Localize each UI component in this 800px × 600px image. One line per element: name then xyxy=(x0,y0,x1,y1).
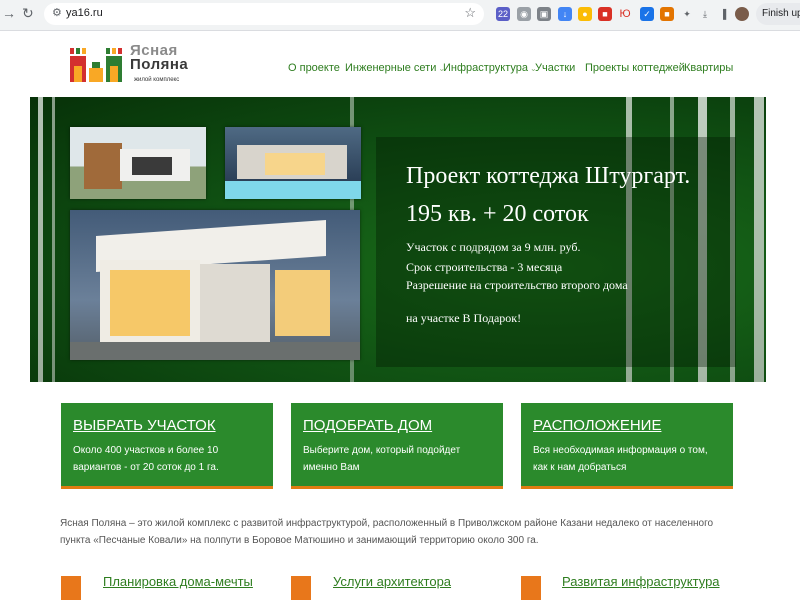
card-choose-house[interactable]: Подобрать дом Выберите дом, который подо… xyxy=(291,403,503,489)
check-extension-icon[interactable]: ✓ xyxy=(640,7,654,21)
feature-link-house-planning[interactable]: Планировка дома-мечты xyxy=(103,574,253,589)
menu-item-plots[interactable]: Участки xyxy=(535,62,575,74)
logo-title: Ясная Поляна xyxy=(130,43,189,73)
cottage-photo-main xyxy=(70,210,360,360)
site-logo[interactable]: Ясная Поляна жилой комплекс xyxy=(68,43,193,86)
bookmark-star-icon[interactable]: ☆ xyxy=(464,5,476,21)
logo-subtitle: жилой комплекс xyxy=(134,77,180,83)
hero-line-price: Участок с подрядом за 9 млн. руб. xyxy=(406,240,581,254)
hero-line-permit: Разрешение на строительство второго дома xyxy=(406,278,628,292)
hero-line-term: Срок строительства - 3 месяца xyxy=(406,260,563,274)
card-text: Выберите дом, который подойдет именно Ва… xyxy=(303,445,461,473)
red-extension-icon[interactable]: ■ xyxy=(598,7,612,21)
feature-link-architect[interactable]: Услуги архитектора xyxy=(333,574,451,589)
download-icon[interactable]: ⤓ xyxy=(698,7,712,21)
camera-extension-icon[interactable]: ◉ xyxy=(517,7,531,21)
card-text: Вся необходимая информация о том, как к … xyxy=(533,445,708,473)
menu-item-label: Инженерные сети xyxy=(345,62,437,74)
hero-line-promo: на участке В Подарок! xyxy=(406,311,522,325)
pencil-icon xyxy=(291,576,311,600)
cottage-photo-2 xyxy=(225,127,361,199)
menu-item-about[interactable]: О проекте xyxy=(288,62,340,74)
orange-extension-icon[interactable]: ■ xyxy=(660,7,674,21)
menu-item-infrastructure[interactable]: Инфраструктура ⌄ xyxy=(443,62,537,74)
hero-title-line1: Проект коттеджа Штургарт. xyxy=(406,163,691,189)
site-info-icon[interactable]: ⚙ xyxy=(52,6,62,19)
hero-title-line2: 195 кв. + 20 соток xyxy=(406,201,589,227)
menu-item-label: Инфраструктура xyxy=(443,62,529,74)
extensions-puzzle-icon[interactable]: ✦ xyxy=(680,7,694,21)
url-text: ya16.ru xyxy=(66,7,103,19)
address-bar[interactable]: ⚙ ya16.ru ☆ xyxy=(44,3,484,25)
hero-banner[interactable]: Проект коттеджа Штургарт. 195 кв. + 20 с… xyxy=(30,97,766,382)
download-extension-icon[interactable]: ↓ xyxy=(558,7,572,21)
menu-item-apartments[interactable]: Квартиры xyxy=(684,62,733,74)
card-title[interactable]: Подобрать дом xyxy=(303,417,432,434)
card-title[interactable]: Расположение xyxy=(533,417,661,434)
menu-item-engineering[interactable]: Инженерные сети ⌄ xyxy=(345,62,445,74)
logo-line2: Поляна xyxy=(130,56,189,73)
finish-update-button[interactable]: Finish upd xyxy=(756,3,800,25)
reload-icon[interactable]: ↻ xyxy=(22,5,34,22)
about-paragraph: Ясная Поляна – это жилой комплекс с разв… xyxy=(60,518,714,546)
sidepanel-icon[interactable]: ▐ xyxy=(716,7,730,21)
card-text: Около 400 участков и более 10 вариантов … xyxy=(73,445,219,473)
logo-emblem-icon xyxy=(70,48,122,82)
feature-link-infrastructure[interactable]: Развитая инфраструктура xyxy=(562,574,720,589)
building-icon xyxy=(521,576,541,600)
color-extension-icon[interactable]: ● xyxy=(578,7,592,21)
forward-icon[interactable]: → xyxy=(2,5,16,21)
card-title[interactable]: Выбрать участок xyxy=(73,417,216,434)
browser-toolbar: → ↻ ⚙ ya16.ru ☆ 22 ◉ ▣ ↓ ● ■ Ю ✓ ■ ✦ ⤓ ▐… xyxy=(0,0,800,31)
home-icon xyxy=(61,576,81,600)
hero-title[interactable]: Проект коттеджа Штургарт. 195 кв. + 20 с… xyxy=(406,157,746,233)
yu-extension-icon[interactable]: Ю xyxy=(618,7,632,21)
card-location[interactable]: Расположение Вся необходимая информация … xyxy=(521,403,733,489)
shield-extension-icon[interactable]: ▣ xyxy=(537,7,551,21)
cottage-photo-1 xyxy=(70,127,206,199)
menu-item-cottages[interactable]: Проекты коттеджей xyxy=(585,62,685,74)
card-choose-plot[interactable]: Выбрать участок Около 400 участков и бол… xyxy=(61,403,273,489)
profile-avatar[interactable] xyxy=(735,7,749,21)
extension-badge-icon[interactable]: 22 xyxy=(496,7,510,21)
